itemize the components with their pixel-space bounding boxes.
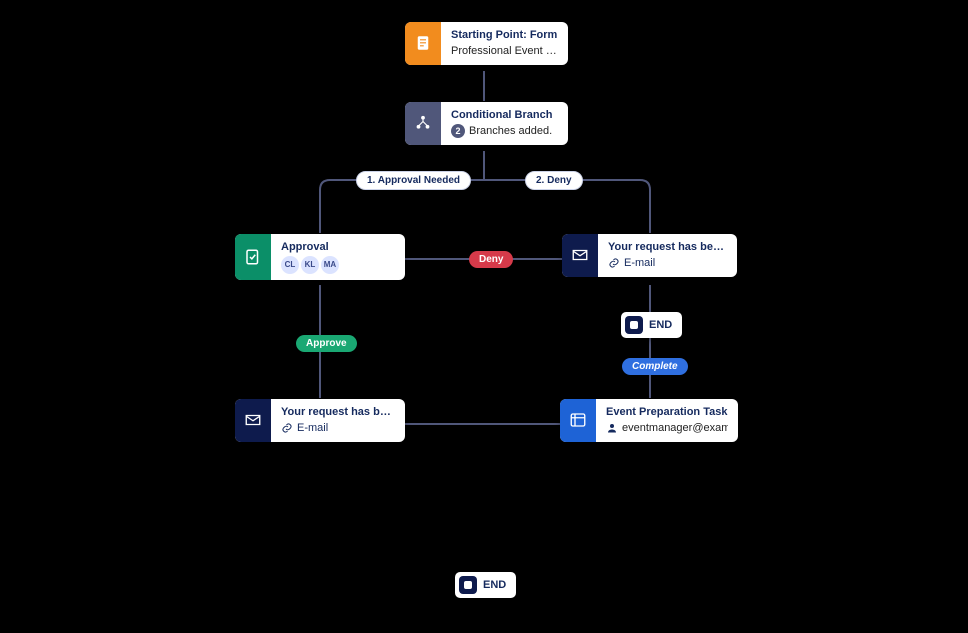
- link-icon: [281, 422, 293, 434]
- edge-label-complete: Complete: [622, 358, 688, 375]
- node-start-form[interactable]: Starting Point: Form Professional Event …: [405, 22, 568, 65]
- end-node-1[interactable]: END: [621, 312, 682, 338]
- email-icon: [235, 399, 271, 442]
- node-link: E-mail: [281, 421, 395, 435]
- node-title: Conditional Branch: [451, 108, 558, 122]
- branch-count-badge: 2: [451, 124, 465, 138]
- end-label: END: [649, 319, 672, 331]
- node-subtitle: 2 Branches added.: [451, 124, 558, 138]
- connector-lines: [0, 0, 968, 633]
- avatar: CL: [281, 256, 299, 274]
- node-title: Event Preparation Task: [606, 405, 728, 419]
- node-event-prep-task[interactable]: Event Preparation Task eventmanager@exam…: [560, 399, 738, 442]
- node-title: Your request has been denied.: [608, 240, 727, 254]
- branch-label-deny[interactable]: 2. Deny: [525, 171, 583, 190]
- node-link: E-mail: [608, 256, 727, 270]
- approval-icon: [235, 234, 271, 280]
- branch-icon: [405, 102, 441, 145]
- form-icon: [405, 22, 441, 65]
- node-denied-email[interactable]: Your request has been denied. E-mail: [562, 234, 737, 277]
- task-icon: [560, 399, 596, 442]
- node-subtitle: Professional Event Registr...: [451, 44, 558, 58]
- node-title: Your request has been appro...: [281, 405, 395, 419]
- node-conditional-branch[interactable]: Conditional Branch 2 Branches added.: [405, 102, 568, 145]
- end-node-2[interactable]: END: [455, 572, 516, 598]
- email-icon: [562, 234, 598, 277]
- edge-label-approve: Approve: [296, 335, 357, 352]
- stop-icon: [625, 316, 643, 334]
- node-approved-email[interactable]: Your request has been appro... E-mail: [235, 399, 405, 442]
- branch-label-approval-needed[interactable]: 1. Approval Needed: [356, 171, 471, 190]
- avatar: KL: [301, 256, 319, 274]
- approver-avatars: CL KL MA: [281, 256, 395, 274]
- branch-count-text: Branches added.: [469, 124, 552, 138]
- end-label: END: [483, 579, 506, 591]
- link-icon: [608, 257, 620, 269]
- node-assignee: eventmanager@exam...: [606, 421, 728, 435]
- stop-icon: [459, 576, 477, 594]
- avatar: MA: [321, 256, 339, 274]
- user-icon: [606, 422, 618, 434]
- node-title: Starting Point: Form: [451, 28, 558, 42]
- edge-label-deny: Deny: [469, 251, 513, 268]
- node-title: Approval: [281, 240, 395, 254]
- node-approval[interactable]: Approval CL KL MA: [235, 234, 405, 280]
